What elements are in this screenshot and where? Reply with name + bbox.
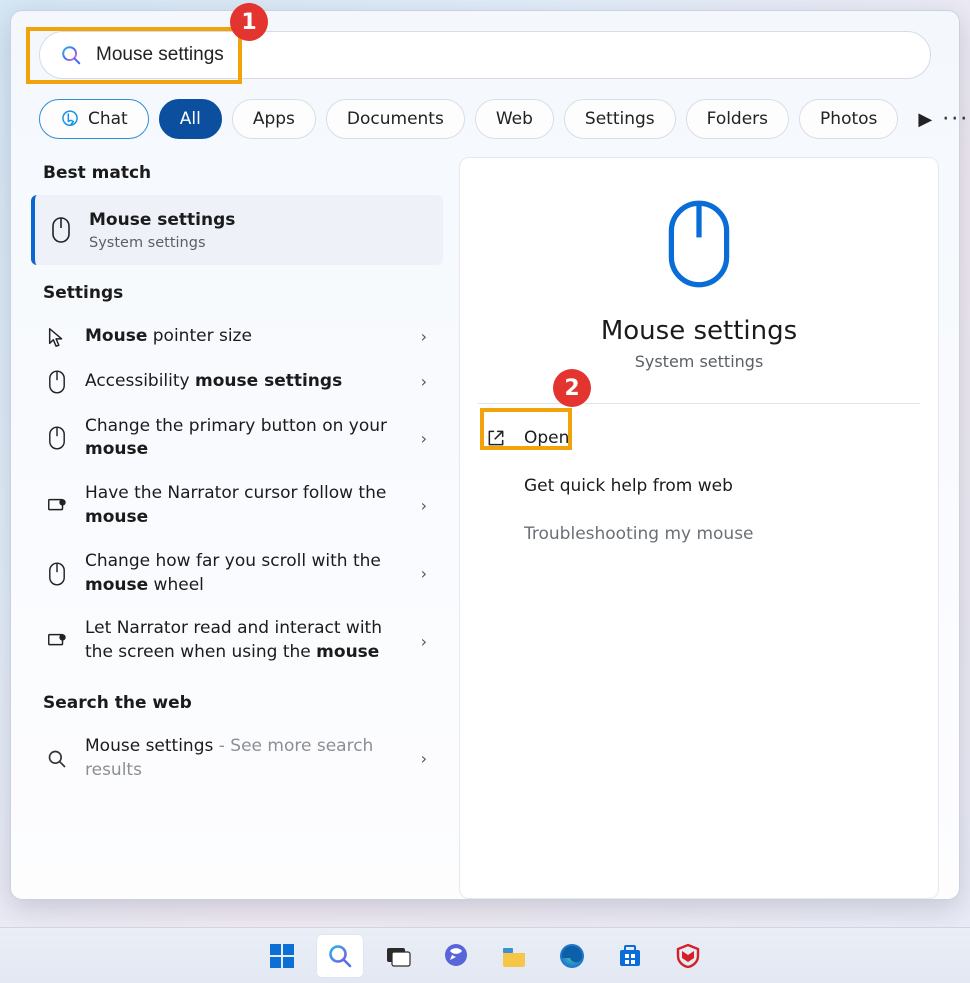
filter-photos[interactable]: Photos [799,99,898,139]
annotation-badge-2: 2 [553,369,591,407]
mouse-icon [48,369,66,395]
filter-settings[interactable]: Settings [564,99,676,139]
search-icon [60,44,82,66]
open-button[interactable]: Open [478,414,920,462]
search-flyout-panel: Chat All Apps Documents Web Settings Fol… [10,10,960,900]
narrator-icon [46,630,68,652]
result-best-match[interactable]: Mouse settings System settings [31,195,443,265]
filter-documents[interactable]: Documents [326,99,465,139]
divider [478,403,920,404]
more-icon[interactable]: ··· [942,107,969,132]
search-icon [47,749,67,769]
results-list: Best match Mouse settings System setting… [31,157,443,899]
taskbar-store-button[interactable] [606,934,654,978]
taskbar-mcafee-button[interactable] [664,934,712,978]
taskbar-chat-button[interactable] [432,934,480,978]
taskbar [0,927,970,983]
play-icon[interactable]: ▶ [918,109,932,130]
search-web-heading: Search the web [43,693,443,713]
troubleshooting-link[interactable]: Troubleshooting my mouse [478,510,920,558]
search-bar[interactable] [39,31,931,79]
mouse-icon [48,561,66,587]
result-primary-button[interactable]: Change the primary button on your mouse … [31,405,443,473]
filter-row: Chat All Apps Documents Web Settings Fol… [39,99,931,139]
preview-subtitle: System settings [635,352,764,371]
result-pointer-size[interactable]: Mouse pointer size › [31,315,443,359]
preview-title: Mouse settings [601,316,797,346]
chevron-right-icon: › [421,429,435,448]
chevron-right-icon: › [421,327,435,346]
taskbar-search-button[interactable] [316,934,364,978]
bing-chat-icon [60,109,80,129]
chevron-right-icon: › [421,749,435,768]
taskbar-start-button[interactable] [258,934,306,978]
annotation-badge-1: 1 [230,3,268,41]
mouse-icon [48,425,66,451]
taskbar-edge-button[interactable] [548,934,596,978]
preview-pane: Mouse settings System settings Open Get … [459,157,939,899]
result-scroll-wheel[interactable]: Change how far you scroll with the mouse… [31,540,443,608]
result-accessibility-mouse[interactable]: Accessibility mouse settings › [31,359,443,405]
quick-help-link[interactable]: Get quick help from web [478,462,920,510]
filter-web[interactable]: Web [475,99,554,139]
result-narrator-follow[interactable]: Have the Narrator cursor follow the mous… [31,472,443,540]
mouse-icon [51,216,71,244]
settings-heading: Settings [43,283,443,303]
search-input[interactable] [96,44,910,66]
chevron-right-icon: › [421,564,435,583]
cursor-icon [46,326,68,348]
result-web-search[interactable]: Mouse settings - See more search results… [31,725,443,793]
narrator-icon [46,495,68,517]
filter-apps[interactable]: Apps [232,99,316,139]
filter-all[interactable]: All [159,99,222,139]
taskbar-taskview-button[interactable] [374,934,422,978]
filter-folders[interactable]: Folders [686,99,789,139]
filter-chat[interactable]: Chat [39,99,149,139]
chevron-right-icon: › [421,372,435,391]
mouse-hero-icon [664,198,734,294]
chevron-right-icon: › [421,632,435,651]
best-match-heading: Best match [43,163,443,183]
result-narrator-read[interactable]: Let Narrator read and interact with the … [31,607,443,675]
open-external-icon [486,428,506,448]
filter-chat-label: Chat [88,109,128,129]
taskbar-explorer-button[interactable] [490,934,538,978]
chevron-right-icon: › [421,496,435,515]
